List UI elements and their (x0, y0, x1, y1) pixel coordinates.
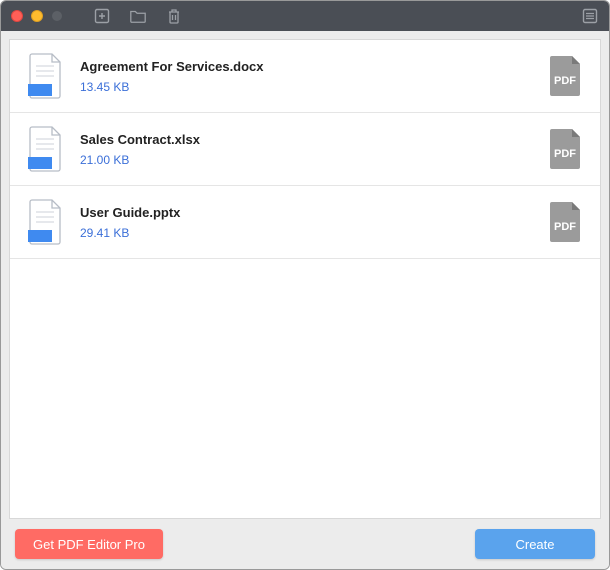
pdf-output-icon: PDF (548, 127, 584, 171)
open-folder-icon[interactable] (129, 7, 147, 25)
footer: Get PDF Editor Pro Create (1, 519, 609, 569)
delete-icon[interactable] (165, 7, 183, 25)
file-name: User Guide.pptx (80, 205, 534, 220)
close-window-button[interactable] (11, 10, 23, 22)
file-row[interactable]: Sales Contract.xlsx 21.00 KB PDF (10, 113, 600, 186)
svg-text:PDF: PDF (554, 75, 576, 87)
file-info: Sales Contract.xlsx 21.00 KB (80, 132, 534, 167)
add-file-icon[interactable] (93, 7, 111, 25)
minimize-window-button[interactable] (31, 10, 43, 22)
get-pro-button[interactable]: Get PDF Editor Pro (15, 529, 163, 559)
file-name: Sales Contract.xlsx (80, 132, 534, 147)
file-list: Agreement For Services.docx 13.45 KB PDF (9, 39, 601, 519)
pdf-output-icon: PDF (548, 200, 584, 244)
document-icon (26, 52, 66, 100)
file-info: Agreement For Services.docx 13.45 KB (80, 59, 534, 94)
titlebar (1, 1, 609, 31)
svg-text:PDF: PDF (554, 148, 576, 160)
document-icon (26, 125, 66, 173)
file-row[interactable]: Agreement For Services.docx 13.45 KB PDF (10, 40, 600, 113)
pdf-output-icon: PDF (548, 54, 584, 98)
document-icon (26, 198, 66, 246)
file-name: Agreement For Services.docx (80, 59, 534, 74)
file-info: User Guide.pptx 29.41 KB (80, 205, 534, 240)
file-size: 13.45 KB (80, 80, 534, 94)
svg-text:PDF: PDF (554, 221, 576, 233)
list-view-icon[interactable] (581, 7, 599, 25)
maximize-window-button[interactable] (51, 10, 63, 22)
create-button[interactable]: Create (475, 529, 595, 559)
app-window: Agreement For Services.docx 13.45 KB PDF (0, 0, 610, 570)
window-controls (11, 10, 63, 22)
file-size: 29.41 KB (80, 226, 534, 240)
toolbar (93, 7, 183, 25)
file-size: 21.00 KB (80, 153, 534, 167)
file-row[interactable]: User Guide.pptx 29.41 KB PDF (10, 186, 600, 259)
